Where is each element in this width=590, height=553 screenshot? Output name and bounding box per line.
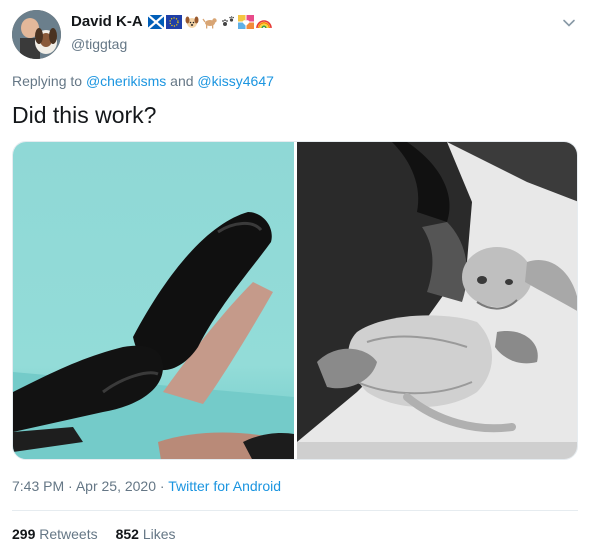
meta-separator: · — [68, 478, 73, 494]
reply-mention-cherikisms[interactable]: @cherikisms — [86, 73, 166, 89]
replying-to-joiner: and — [170, 73, 194, 89]
rainbow-icon — [255, 15, 272, 29]
likes-label: Likes — [142, 526, 176, 542]
media-image-right[interactable] — [297, 142, 577, 459]
media-image-left[interactable] — [13, 142, 294, 459]
retweets-count: 299 — [12, 526, 36, 542]
divider — [12, 510, 578, 511]
author-display-name[interactable]: David K-A — [71, 12, 143, 32]
author-handle[interactable]: @tiggtag — [71, 34, 272, 54]
replying-to-prefix: Replying to — [12, 73, 83, 89]
author-names: David K-A @tiggtag — [71, 12, 272, 54]
paw-prints-icon — [220, 15, 236, 29]
likes-count: 852 — [115, 526, 139, 542]
tweet-stats: 299 Retweets 852 Likes — [12, 526, 176, 542]
tweet-time[interactable]: 7:43 PM — [12, 478, 64, 494]
scotland-flag-icon — [146, 14, 165, 30]
dog-icon — [202, 15, 218, 29]
retweets-label: Retweets — [39, 526, 98, 542]
tweet-media — [12, 141, 578, 460]
avatar[interactable] — [12, 10, 61, 59]
replying-to-line: Replying to @cherikisms and @kissy4647 — [12, 73, 274, 89]
meta-separator: · — [159, 478, 165, 494]
reply-mention-kissy4647[interactable]: @kissy4647 — [197, 73, 273, 89]
eu-flag-icon — [165, 15, 182, 29]
dog-face-icon — [184, 15, 200, 29]
tweet-meta: 7:43 PM · Apr 25, 2020 · Twitter for And… — [12, 478, 281, 494]
retweets-stat[interactable]: 299 Retweets — [12, 526, 98, 542]
tweet-text: Did this work? — [12, 102, 157, 128]
author-display-name-row[interactable]: David K-A — [71, 12, 272, 32]
tweet-source-link[interactable]: Twitter for Android — [168, 478, 281, 494]
likes-stat[interactable]: 852 Likes — [116, 526, 176, 542]
name-emoji-row — [146, 14, 272, 30]
tweet-date[interactable]: Apr 25, 2020 — [76, 478, 156, 494]
love-hearts-icon — [237, 15, 254, 29]
chevron-down-icon[interactable] — [562, 16, 576, 30]
tweet-header: David K-A @tiggtag — [12, 10, 578, 60]
